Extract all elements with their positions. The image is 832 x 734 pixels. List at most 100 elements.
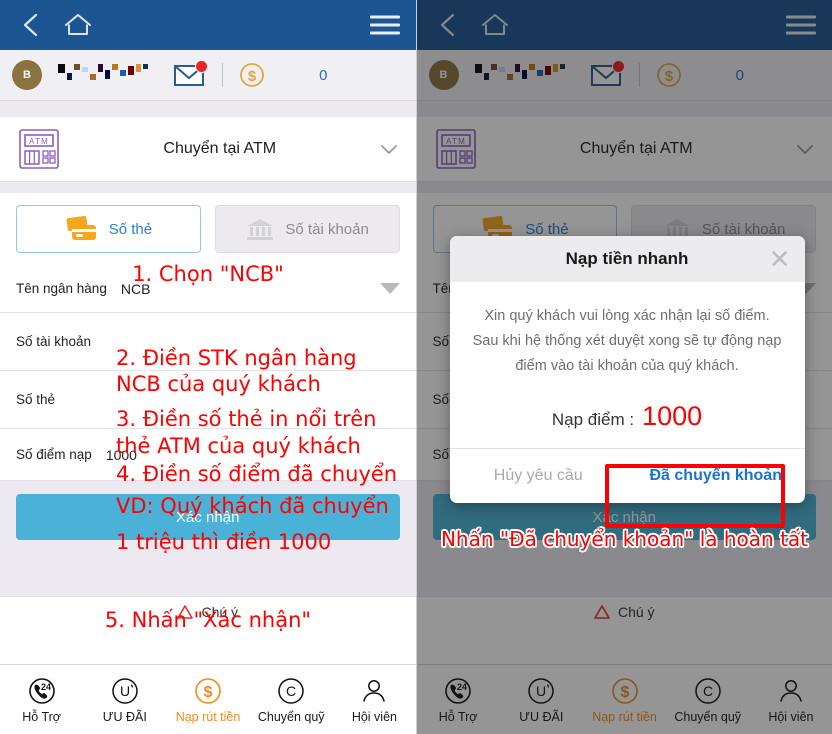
field-value[interactable]: 1000 <box>106 447 400 463</box>
unread-badge-dot <box>195 60 208 73</box>
annotation-right: Nhấn "Đã chuyển khoản" là hoàn tất <box>440 527 809 551</box>
strip-gap <box>0 182 416 193</box>
top-blue-bar <box>0 0 416 50</box>
form-row-account-number[interactable]: Số tài khoản <box>0 313 416 371</box>
field-label: Số tài khoản <box>16 334 92 349</box>
amount-label: Nạp điểm : <box>551 410 635 429</box>
u-circle-icon: U <box>112 677 138 704</box>
logo-block <box>128 66 134 75</box>
c-circle-icon: C <box>278 677 304 704</box>
account-type-tabs: Số thẻ Số tài khoản <box>0 193 416 265</box>
nav-label: Hỗ Trợ <box>22 709 61 724</box>
logo-block <box>143 64 148 69</box>
cards-icon <box>66 215 96 240</box>
left-phone-panel: B $ 0 ATM Chuyển tại ATM Số thẻ Số tài k… <box>0 0 416 734</box>
close-icon[interactable]: ✕ <box>769 246 791 272</box>
confirm-button-area: Xác nhận <box>0 481 416 550</box>
logo-block <box>67 73 72 80</box>
field-label: Số điểm nạp <box>16 447 92 462</box>
field-label: Tên ngân hàng <box>16 281 107 296</box>
hamburger-line <box>369 23 400 27</box>
balance-amount: 0 <box>319 66 328 84</box>
pixelated-logo <box>58 64 148 86</box>
form-row-point-amount[interactable]: Số điểm nạp 1000 <box>0 429 416 481</box>
nav-item-member[interactable]: Hội viên <box>333 676 416 724</box>
nav-item-promotions[interactable]: U ƯU ĐÃI <box>83 676 166 724</box>
logo-block <box>90 74 96 80</box>
warning-triangle-icon <box>177 605 194 619</box>
avatar[interactable]: B <box>12 60 42 90</box>
messages-button[interactable] <box>174 60 208 87</box>
atm-section-header[interactable]: ATM Chuyển tại ATM <box>0 117 416 182</box>
nav-label: Nạp rút tiền <box>175 709 241 724</box>
svg-text:U: U <box>120 683 130 699</box>
bottom-navigation: 24 Hỗ Trợ U ƯU ĐÃI $ Nạp rút tiền C Chuy… <box>0 664 416 734</box>
atm-section-title: Chuyển tại ATM <box>163 140 277 157</box>
tab-label: Số tài khoản <box>285 220 369 238</box>
phone-24h-icon: 24 <box>28 677 55 704</box>
cancel-request-button[interactable]: Hủy yêu cầu <box>450 449 628 503</box>
logo-block <box>105 70 110 79</box>
chevron-left-icon <box>23 13 38 37</box>
form-row-bank-name[interactable]: Tên ngân hàng NCB <box>0 265 416 313</box>
logo-block <box>98 64 103 72</box>
caret-down-icon[interactable] <box>379 283 400 294</box>
hamburger-menu-button[interactable] <box>369 15 400 35</box>
strip-spacer <box>0 101 416 117</box>
nav-item-support[interactable]: 24 Hỗ Trợ <box>0 676 83 724</box>
svg-text:ATM: ATM <box>29 137 49 146</box>
nav-label: Hội viên <box>351 709 397 724</box>
field-label: Số thẻ <box>16 392 56 407</box>
modal-header: Nạp tiền nhanh ✕ <box>449 236 805 282</box>
bank-icon <box>247 219 274 240</box>
dollar-circle-icon: $ <box>195 677 221 704</box>
balance-coin-button[interactable]: $ <box>239 62 265 88</box>
home-button[interactable] <box>58 8 98 42</box>
svg-text:$: $ <box>204 684 213 701</box>
nav-label: ƯU ĐÃI <box>102 709 147 724</box>
notice-text: Chú ý <box>201 604 239 620</box>
form-row-card-number[interactable]: Số thẻ <box>0 371 416 429</box>
confirm-button[interactable]: Xác nhận <box>16 494 400 540</box>
nav-label: Chuyển quỹ <box>257 709 325 724</box>
user-status-strip: B $ 0 <box>0 50 416 101</box>
dollar-coin-icon: $ <box>240 63 264 87</box>
user-icon <box>363 679 386 702</box>
svg-text:C: C <box>286 683 296 699</box>
quick-deposit-modal: Nạp tiền nhanh ✕ Xin quý khách vui lòng … <box>449 236 805 503</box>
amount-value: 1000 <box>642 401 703 431</box>
modal-amount-row: Nạp điểm : 1000 <box>470 401 785 432</box>
tab-so-the[interactable]: Số thẻ <box>16 205 201 253</box>
modal-text-line: điểm vào tài khoản của quý khách. <box>515 358 739 374</box>
hamburger-line <box>369 31 400 35</box>
logo-block <box>82 67 88 72</box>
hamburger-line <box>369 15 400 19</box>
notice-row: Chú ý <box>0 596 416 627</box>
nav-item-transfer-fund[interactable]: C Chuyển quỹ <box>250 676 333 724</box>
logo-block <box>136 64 141 72</box>
svg-text:$: $ <box>248 68 257 85</box>
field-value: NCB <box>120 280 151 297</box>
right-phone-panel: B $ 0 ATM Chuyển tại ATM Số thẻ Số tài k… <box>415 0 832 734</box>
modal-body: Xin quý khách vui lòng xác nhận lại số đ… <box>450 282 805 448</box>
screenshot-root: B $ 0 ATM Chuyển tại ATM Số thẻ Số tài k… <box>0 0 832 734</box>
modal-title: Nạp tiền nhanh <box>565 249 689 268</box>
modal-text-line: Sau khi hệ thống xét duyệt xong sẽ tự độ… <box>472 333 782 349</box>
atm-machine-icon: ATM <box>19 129 59 169</box>
highlight-box-already-transferred <box>604 464 785 528</box>
back-button[interactable] <box>14 8 48 42</box>
logo-block <box>58 64 65 73</box>
nav-item-deposit-withdraw[interactable]: $ Nạp rút tiền <box>166 676 249 724</box>
home-icon <box>65 14 91 35</box>
confirm-spacer <box>0 550 416 596</box>
logo-block <box>74 64 80 70</box>
avatar-initial: B <box>23 69 31 81</box>
tab-so-tai-khoan[interactable]: Số tài khoản <box>214 205 400 253</box>
chevron-down-icon <box>380 145 397 154</box>
divider <box>222 63 223 87</box>
tab-label: Số thẻ <box>108 220 153 238</box>
logo-block <box>112 64 118 70</box>
transfer-form: Tên ngân hàng NCB Số tài khoản Số thẻ Số… <box>0 265 416 481</box>
modal-text-line: Xin quý khách vui lòng xác nhận lại số đ… <box>484 308 770 324</box>
logo-block <box>120 70 126 76</box>
